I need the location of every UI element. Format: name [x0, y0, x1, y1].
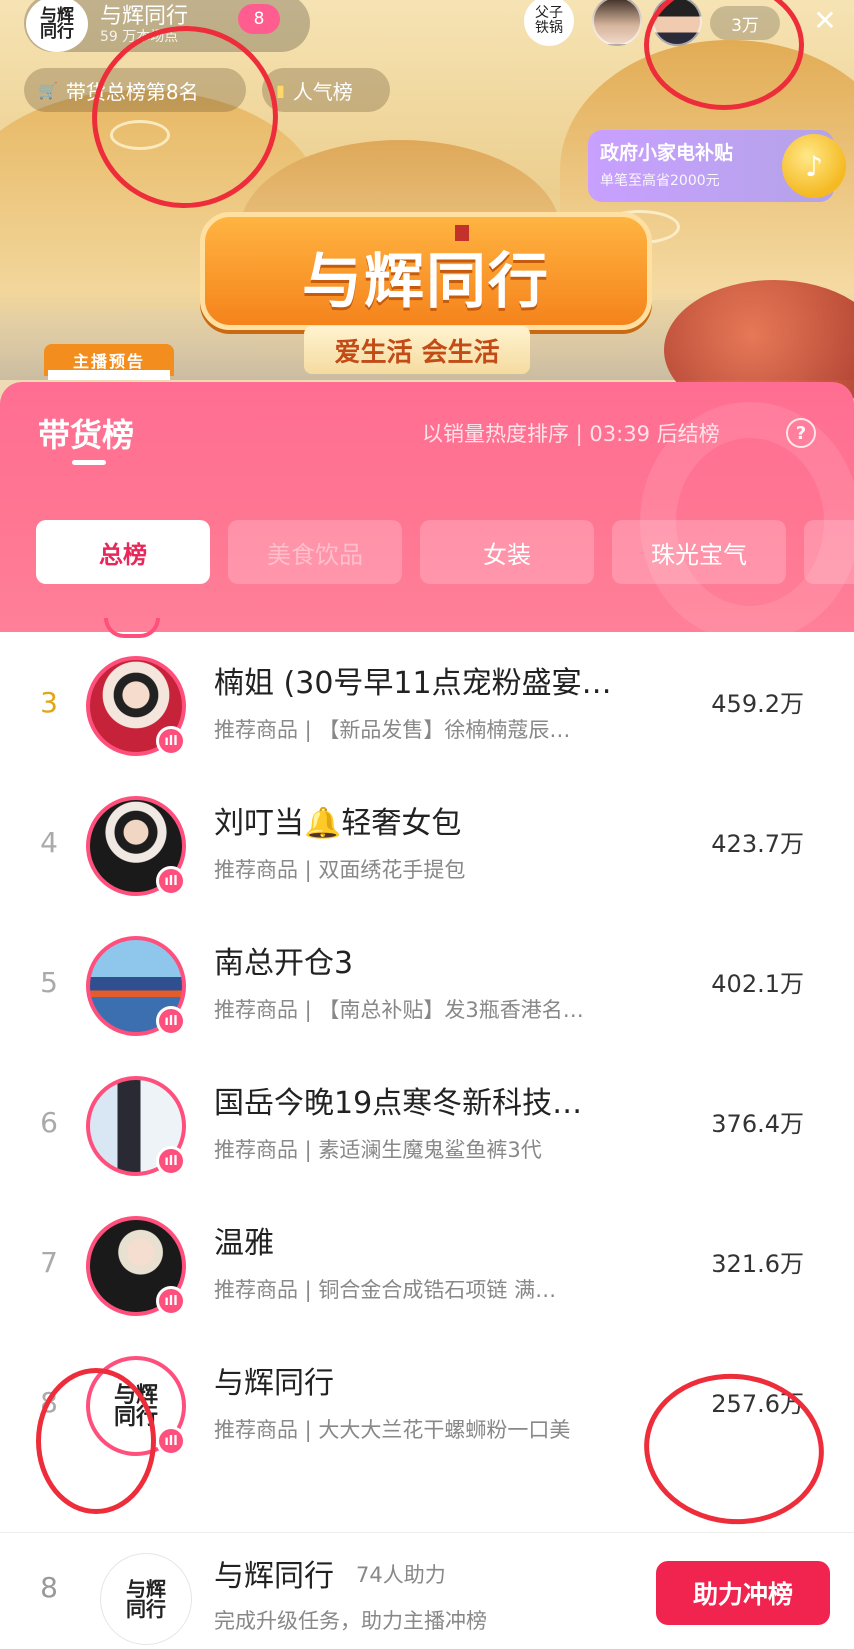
recommended-product: 推荐商品 | 铜合金合成锆石项链 满… — [214, 1278, 557, 1302]
list-item[interactable]: 4 ıll 刘叮当🔔轻奢女包 推荐商品 | 双面绣花手提包 423.7万 — [0, 772, 854, 918]
popularity-chip[interactable]: ▮ 人气榜 — [262, 68, 390, 112]
sales-score: 459.2万 — [711, 690, 804, 718]
live-icon: ıll — [156, 726, 186, 756]
viewer-avatar-text: 父子 铁锅 — [535, 5, 563, 36]
tab-jewelry[interactable]: 珠光宝气 — [612, 520, 786, 584]
live-icon: ıll — [156, 1006, 186, 1036]
tab-more[interactable] — [804, 520, 854, 584]
sales-score: 402.1万 — [711, 970, 804, 998]
recommended-product: 推荐商品 | 【南总补贴】发3瓶香港名… — [214, 998, 584, 1022]
anchor-preview-card[interactable] — [48, 370, 170, 380]
streamer-name: 与辉同行 — [214, 1366, 334, 1401]
show-banner: 与辉同行 — [200, 212, 652, 330]
list-item[interactable]: 3 ıll 楠姐 (30号早11点宠粉盛宴… 推荐商品 | 【新品发售】徐楠楠蔻… — [0, 632, 854, 778]
live-icon: ıll — [156, 1426, 186, 1456]
rank-number: 5 — [40, 966, 58, 999]
help-count: 74人助力 — [356, 1563, 446, 1587]
recommended-product: 推荐商品 | 素适澜生魔鬼鲨鱼裤3代 — [214, 1138, 542, 1162]
live-icon: ıll — [156, 1286, 186, 1316]
ranking-panel-header: 带货榜 以销量热度排序 | 03:39 后结榜 ? 总榜 美食饮品 女装 珠光宝… — [0, 382, 854, 632]
streamer-name: 温雅 — [214, 1226, 274, 1261]
live-icon: ıll — [156, 866, 186, 896]
rank-number: 4 — [40, 826, 58, 859]
my-name: 与辉同行 — [214, 1559, 334, 1594]
streamer-name: 国岳今晚19点寒冬新科技… — [214, 1086, 583, 1121]
annotation-circle — [36, 1368, 156, 1514]
recommended-product: 推荐商品 | 双面绣花手提包 — [214, 858, 466, 882]
streamer-name: 南总开仓3 — [214, 946, 354, 981]
my-rank-number: 8 — [40, 1571, 58, 1604]
tab-overall[interactable]: 总榜 — [36, 520, 210, 584]
boost-hint: 完成升级任务，助力主播冲榜 — [214, 1609, 487, 1633]
my-avatar-logo: 与辉 同行 — [126, 1577, 166, 1621]
rank-number: 3 — [40, 686, 58, 719]
streamer-name: 楠姐 (30号早11点宠粉盛宴… — [214, 666, 612, 701]
subsidy-title: 政府小家电补贴 — [600, 142, 734, 164]
recommended-product: 推荐商品 | 大大大兰花干螺蛳粉一口美 — [214, 1418, 571, 1442]
recommended-product: 推荐商品 | 【新品发售】徐楠楠蔻辰… — [214, 718, 571, 742]
my-rank-bar: 8 与辉 同行 与辉同行 74人助力 完成升级任务，助力主播冲榜 助力冲榜 — [0, 1532, 854, 1649]
my-avatar[interactable]: 与辉 同行 — [100, 1553, 192, 1645]
douyin-coin-icon: ♪ — [782, 134, 846, 198]
list-item[interactable]: 7 ıll 温雅 推荐商品 | 铜合金合成锆石项链 满… 321.6万 — [0, 1192, 854, 1338]
panel-title: 带货榜 — [38, 416, 135, 454]
title-underline — [72, 460, 106, 465]
banner-slogan: 爱生活 会生活 — [304, 326, 530, 374]
live-room-screen: 与辉 同行 与辉同行 59 万本场点 8 父子 铁锅 3万 ✕ 🛒 带货总榜第8… — [0, 0, 854, 1649]
streamer-name: 刘叮当🔔轻奢女包 — [214, 806, 462, 841]
help-icon[interactable]: ? — [786, 418, 816, 448]
list-item[interactable]: 5 ıll 南总开仓3 推荐商品 | 【南总补贴】发3瓶香港名… 402.1万 — [0, 912, 854, 1058]
sales-score: 376.4万 — [711, 1110, 804, 1138]
sales-score: 423.7万 — [711, 830, 804, 858]
boost-button[interactable]: 助力冲榜 — [656, 1561, 830, 1625]
live-icon: ıll — [156, 1146, 186, 1176]
tab-womenswear[interactable]: 女装 — [420, 520, 594, 584]
fans-level-badge[interactable]: 8 — [238, 4, 280, 34]
cart-icon: 🛒 — [38, 80, 58, 100]
rank-number: 6 — [40, 1106, 58, 1139]
anchor-avatar-logo: 与辉 同行 — [40, 6, 74, 42]
list-item[interactable]: 6 ıll 国岳今晚19点寒冬新科技… 推荐商品 | 素适澜生魔鬼鲨鱼裤3代 3… — [0, 1052, 854, 1198]
banner-title: 与辉同行 — [302, 247, 550, 317]
close-icon[interactable]: ✕ — [810, 6, 840, 36]
rank-number: 7 — [40, 1246, 58, 1279]
bar-chart-icon: ▮ — [276, 80, 285, 100]
sort-info: 以销量热度排序 | 03:39 后结榜 — [422, 422, 720, 446]
tab-food[interactable]: 美食饮品 — [228, 520, 402, 584]
subsidy-banner[interactable]: 政府小家电补贴 单笔至高省2000元 ♪ — [588, 130, 846, 202]
sales-score: 321.6万 — [711, 1250, 804, 1278]
subsidy-desc: 单笔至高省2000元 — [600, 173, 720, 189]
popularity-label: 人气榜 — [292, 79, 353, 104]
